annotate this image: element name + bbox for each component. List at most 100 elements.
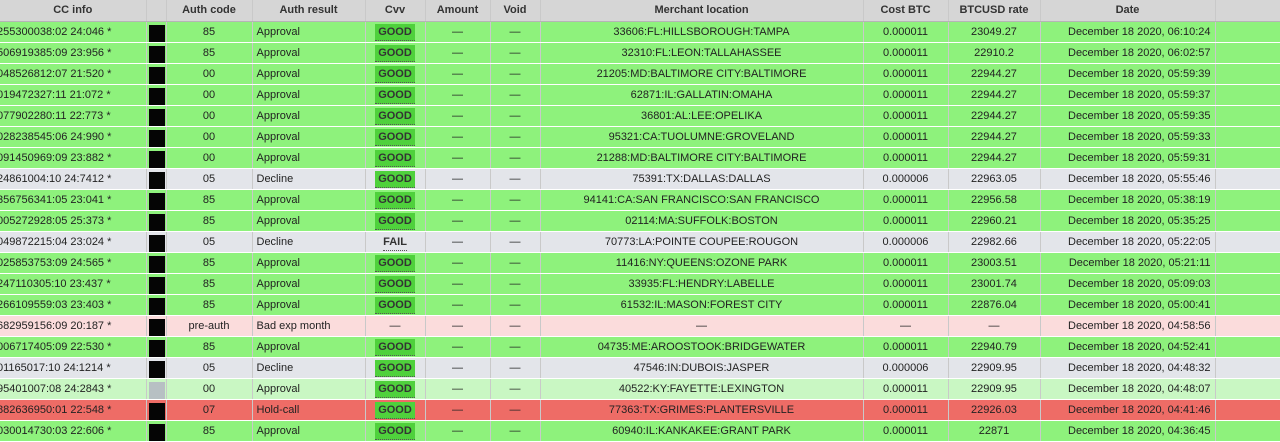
cvv-badge[interactable]: GOOD [375,276,415,293]
cc-info-cell[interactable]: 049872215:04 23:024 * [0,231,147,253]
cvv-badge[interactable]: GOOD [375,423,415,440]
table-row[interactable]: 005272928:05 25:373 * 85 Approval GOOD — —021… [0,210,1280,232]
extra-cell [1215,105,1280,127]
table-row[interactable]: 266109559:03 23:403 * 85 Approval GOOD — —615… [0,294,1280,316]
table-row[interactable]: 356756341:05 23:041 * 85 Approval GOOD — —941… [0,189,1280,211]
cc-info-cell[interactable]: 95401007:08 24:2843 * [0,378,147,400]
void-cell[interactable]: — [490,378,541,400]
cvv-badge[interactable]: GOOD [375,381,415,398]
cvv-badge[interactable]: GOOD [375,150,415,167]
cvv-badge[interactable]: GOOD [375,213,415,230]
void-cell[interactable]: — [490,42,541,64]
cvv-badge[interactable]: GOOD [375,192,415,209]
cc-info-text: 24861004:10 24:7412 [0,173,105,185]
cvv-badge[interactable]: GOOD [375,255,415,272]
date-cell: December 18 2020, 04:48:32 [1040,357,1216,379]
table-row[interactable]: 882636950:01 22:548 * 07 Hold-call GOOD — —77… [0,399,1280,421]
cc-info-cell[interactable]: 24861004:10 24:7412 * [0,168,147,190]
cc-info-cell[interactable]: 005272928:05 25:373 * [0,210,147,232]
auth-code-cell: 85 [166,336,253,358]
void-cell[interactable]: — [490,231,541,253]
cvv-badge[interactable]: FAIL [383,234,407,251]
cc-info-cell[interactable]: 882636950:01 22:548 * [0,399,147,421]
void-cell[interactable]: — [490,399,541,421]
table-row[interactable]: 95401007:08 24:2843 * 00 Approval GOOD — —405… [0,378,1280,400]
col-header-void[interactable]: Void [490,0,541,22]
col-header-auth-result[interactable]: Auth result [252,0,366,22]
col-header-cc-info[interactable]: CC info [0,0,147,22]
table-row[interactable]: 077902280:11 22:773 * 00 Approval GOOD — —368… [0,105,1280,127]
cc-info-cell[interactable]: 506919385:09 23:956 * [0,42,147,64]
void-cell[interactable]: — [490,126,541,148]
cvv-badge[interactable]: GOOD [375,339,415,356]
card-swatch-cell [146,147,167,169]
void-cell[interactable]: — [490,147,541,169]
table-row[interactable]: 019472327:11 21:072 * 00 Approval GOOD — —628… [0,84,1280,106]
cc-info-cell[interactable]: 030014730:03 22:606 * [0,420,147,442]
void-cell[interactable]: — [490,21,541,43]
col-header-btcusd-rate[interactable]: BTCUSD rate [948,0,1041,22]
cvv-badge[interactable]: GOOD [375,108,415,125]
col-header-cost-btc[interactable]: Cost BTC [863,0,949,22]
card-swatch [148,24,165,42]
table-row[interactable]: 091450969:09 23:882 * 00 Approval GOOD — —212… [0,147,1280,169]
cvv-badge[interactable]: GOOD [375,402,415,419]
amount-cell: — [425,357,491,379]
void-cell[interactable]: — [490,336,541,358]
cc-info-cell[interactable]: 247110305:10 23:437 * [0,273,147,295]
col-header-merchant-location[interactable]: Merchant location [540,0,864,22]
cvv-badge[interactable]: GOOD [375,66,415,83]
table-row[interactable]: 028238545:06 24:990 * 00 Approval GOOD — —953… [0,126,1280,148]
cvv-badge[interactable]: GOOD [375,360,415,377]
cc-info-cell[interactable]: 077902280:11 22:773 * [0,105,147,127]
table-row[interactable]: 247110305:10 23:437 * 85 Approval GOOD — —339… [0,273,1280,295]
cc-info-cell[interactable]: 255300038:02 24:046 * [0,21,147,43]
cc-info-text: 025853753:09 24:565 [0,257,105,269]
table-row[interactable]: 506919385:09 23:956 * 85 Approval GOOD — —323… [0,42,1280,64]
table-row[interactable]: 255300038:02 24:046 * 85 Approval GOOD — —336… [0,21,1280,43]
void-cell[interactable]: — [490,210,541,232]
table-header: CC info Auth code Auth result Cvv Amount… [0,0,1280,22]
cc-info-cell[interactable]: 266109559:03 23:403 * [0,294,147,316]
cc-info-cell[interactable]: 025853753:09 24:565 * [0,252,147,274]
cvv-badge[interactable]: GOOD [375,129,415,146]
void-cell[interactable]: — [490,168,541,190]
col-header-cvv[interactable]: Cvv [365,0,426,22]
cc-info-cell[interactable]: 006717405:09 22:530 * [0,336,147,358]
void-cell[interactable]: — [490,420,541,442]
col-header-amount[interactable]: Amount [425,0,491,22]
cc-info-cell[interactable]: 048526812:07 21:520 * [0,63,147,85]
cc-info-cell[interactable]: 028238545:06 24:990 * [0,126,147,148]
cvv-badge[interactable]: GOOD [375,24,415,41]
table-row[interactable]: 048526812:07 21:520 * 00 Approval GOOD — —212… [0,63,1280,85]
cvv-badge[interactable]: GOOD [375,45,415,62]
cvv-badge[interactable]: GOOD [375,87,415,104]
col-header-auth-code[interactable]: Auth code [166,0,253,22]
table-row[interactable]: 030014730:03 22:606 * 85 Approval GOOD — —609… [0,420,1280,442]
col-header-date[interactable]: Date [1040,0,1216,22]
cc-info-cell[interactable]: 682959156:09 20:187 * [0,315,147,337]
void-cell[interactable]: — [490,63,541,85]
table-row[interactable]: 025853753:09 24:565 * 85 Approval GOOD — —114… [0,252,1280,274]
table-row[interactable]: 006717405:09 22:530 * 85 Approval GOOD — —047… [0,336,1280,358]
cvv-badge[interactable]: GOOD [375,297,415,314]
table-row[interactable]: 049872215:04 23:024 * 05 Decline FAIL — —7077… [0,231,1280,253]
void-cell[interactable]: — [490,357,541,379]
card-swatch-cell [146,189,167,211]
void-cell[interactable]: — [490,252,541,274]
void-cell[interactable]: — [490,105,541,127]
cost-btc-cell: 0.000011 [863,210,949,232]
cc-info-cell[interactable]: 01165017:10 24:1214 * [0,357,147,379]
cvv-badge[interactable]: GOOD [375,171,415,188]
void-cell[interactable]: — [490,189,541,211]
table-row[interactable]: 01165017:10 24:1214 * 05 Decline GOOD — —4754… [0,357,1280,379]
void-cell[interactable]: — [490,294,541,316]
cc-info-cell[interactable]: 091450969:09 23:882 * [0,147,147,169]
void-cell[interactable]: — [490,315,541,337]
cc-info-cell[interactable]: 019472327:11 21:072 * [0,84,147,106]
table-row[interactable]: 682959156:09 20:187 * pre-auth Bad exp mon… [0,315,1280,337]
cc-info-cell[interactable]: 356756341:05 23:041 * [0,189,147,211]
table-row[interactable]: 24861004:10 24:7412 * 05 Decline GOOD — —7539… [0,168,1280,190]
void-cell[interactable]: — [490,84,541,106]
void-cell[interactable]: — [490,273,541,295]
